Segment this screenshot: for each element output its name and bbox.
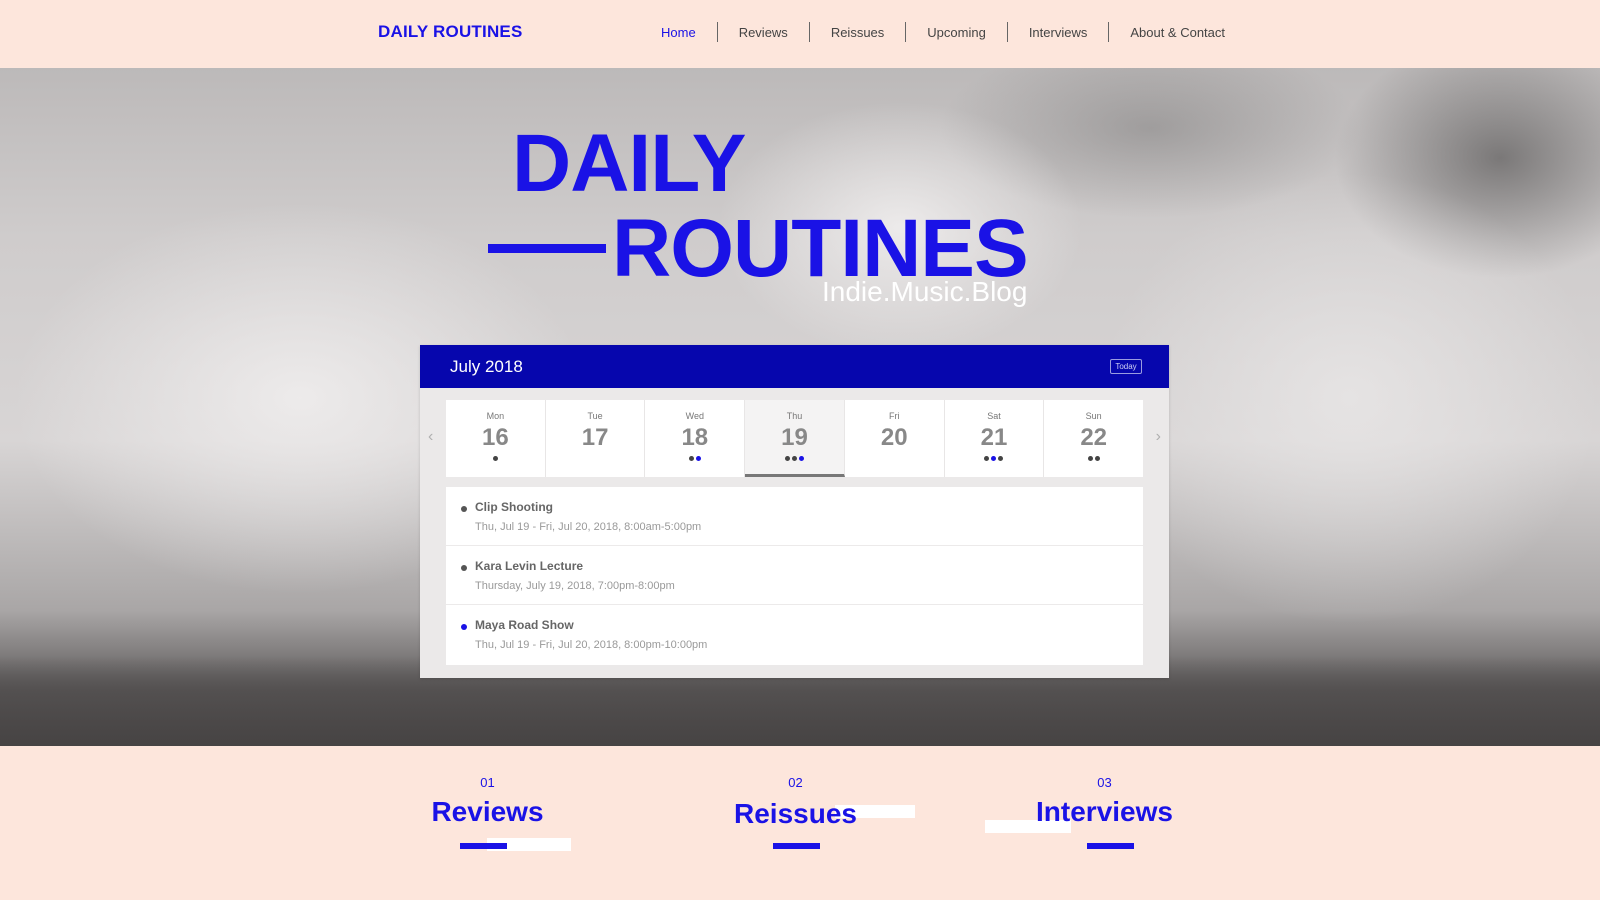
hero-title-line1: DAILY <box>512 118 746 209</box>
day-name: Mon <box>486 411 505 421</box>
section-title: Reissues <box>734 798 857 829</box>
event-color-dot <box>461 624 467 630</box>
calendar-day-fri[interactable]: Fri 20 <box>844 400 945 477</box>
section-underline <box>1087 843 1134 849</box>
hero-title-dash <box>488 244 606 253</box>
day-number: 18 <box>681 424 709 451</box>
event-time: Thursday, July 19, 2018, 7:00pm-8:00pm <box>475 580 675 592</box>
section-link-interviews[interactable]: 03 Interviews <box>1027 775 1182 828</box>
chevron-left-icon[interactable]: ‹ <box>428 428 433 446</box>
section-underline <box>460 843 507 849</box>
day-number: 17 <box>581 424 609 451</box>
day-number: 20 <box>880 424 908 451</box>
calendar-day-mon[interactable]: Mon 16 <box>446 400 546 477</box>
section-number: 03 <box>1097 775 1112 790</box>
event-indicator-dots <box>446 456 545 462</box>
day-name: Fri <box>888 411 900 421</box>
day-number: 19 <box>781 424 808 451</box>
calendar-header: July 2018 Today <box>420 345 1169 388</box>
event-indicator-dots <box>645 456 744 462</box>
event-dot <box>792 456 798 461</box>
event-indicator-dots <box>546 456 645 462</box>
event-indicator-dots <box>745 456 844 462</box>
event-dot <box>492 456 498 461</box>
section-number: 02 <box>788 775 803 790</box>
site-logo[interactable]: DAILY ROUTINES <box>378 22 523 42</box>
event-list: Clip Shooting Thu, Jul 19 - Fri, Jul 20,… <box>446 487 1143 665</box>
calendar-month-label: July 2018 <box>450 357 523 376</box>
events-calendar: July 2018 Today ‹ › Mon 16 Tue 17 Wed 18 Thu 19… <box>420 345 1169 678</box>
chevron-right-icon[interactable]: › <box>1156 428 1161 446</box>
event-dot <box>998 456 1004 461</box>
day-name: Sat <box>987 411 1001 421</box>
calendar-week-strip: Mon 16 Tue 17 Wed 18 Thu 19 Fri 20 Sat 21 Sun 22 <box>446 400 1144 477</box>
calendar-day-sat[interactable]: Sat 21 <box>944 400 1045 477</box>
event-item[interactable]: Clip Shooting Thu, Jul 19 - Fri, Jul 20,… <box>446 487 1143 546</box>
event-dot <box>1087 456 1093 461</box>
day-number: 22 <box>1080 424 1108 451</box>
event-dot <box>695 456 701 461</box>
day-number: 21 <box>980 424 1008 451</box>
day-name: Sun <box>1085 411 1102 421</box>
nav-reissues[interactable]: Reissues <box>810 25 905 40</box>
section-title: Interviews <box>1036 796 1173 827</box>
event-dot <box>799 456 805 461</box>
event-item[interactable]: Maya Road Show Thu, Jul 19 - Fri, Jul 20… <box>446 605 1143 664</box>
hero-tagline: Indie.Music.Blog <box>822 276 1028 307</box>
main-nav: Home Reviews Reissues Upcoming Interview… <box>640 22 1246 42</box>
event-title: Kara Levin Lecture <box>475 559 584 573</box>
nav-reviews[interactable]: Reviews <box>718 25 809 40</box>
calendar-day-thu[interactable]: Thu 19 <box>745 400 845 477</box>
event-item[interactable]: Kara Levin Lecture Thursday, July 19, 20… <box>446 546 1143 605</box>
top-bar: DAILY ROUTINES Home Reviews Reissues Upc… <box>0 0 1600 68</box>
section-number: 01 <box>480 775 495 790</box>
nav-home[interactable]: Home <box>640 25 717 40</box>
today-button[interactable]: Today <box>1110 359 1142 374</box>
day-name: Tue <box>587 411 603 421</box>
day-name: Thu <box>786 411 803 421</box>
event-dot <box>785 456 791 461</box>
section-underline <box>773 843 820 849</box>
event-title: Clip Shooting <box>475 500 553 514</box>
calendar-day-tue[interactable]: Tue 17 <box>545 400 646 477</box>
event-indicator-dots <box>1044 456 1143 462</box>
nav-about-contact[interactable]: About & Contact <box>1109 25 1246 40</box>
calendar-day-wed[interactable]: Wed 18 <box>645 400 746 477</box>
calendar-day-sun[interactable]: Sun 22 <box>1044 400 1144 477</box>
event-time: Thu, Jul 19 - Fri, Jul 20, 2018, 8:00am-… <box>475 521 702 533</box>
section-link-reviews[interactable]: 01 Reviews <box>420 775 555 828</box>
day-number: 16 <box>482 424 509 451</box>
section-link-reissues[interactable]: 02 Reissues <box>728 775 863 830</box>
event-color-dot <box>461 565 467 571</box>
event-dot <box>984 456 990 461</box>
event-dot <box>688 456 694 461</box>
nav-upcoming[interactable]: Upcoming <box>906 25 1007 40</box>
event-indicator-dots <box>845 456 944 462</box>
event-time: Thu, Jul 19 - Fri, Jul 20, 2018, 8:00pm-… <box>475 639 708 651</box>
event-indicator-dots <box>945 456 1044 462</box>
section-title: Reviews <box>431 796 544 827</box>
event-dot <box>1094 456 1100 461</box>
event-title: Maya Road Show <box>475 618 574 632</box>
event-dot <box>991 456 997 461</box>
nav-interviews[interactable]: Interviews <box>1008 25 1109 40</box>
event-color-dot <box>461 506 467 512</box>
day-name: Wed <box>685 411 704 421</box>
